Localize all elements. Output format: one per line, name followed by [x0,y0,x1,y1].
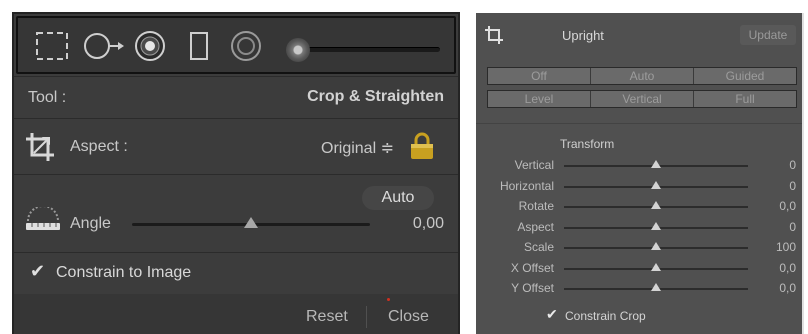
slider-value[interactable]: 0 [789,220,796,234]
footer-divider [366,306,367,328]
slider-label: X Offset [510,261,554,275]
divider [14,174,458,175]
transform-slider-row: Rotate 0,0 [476,197,802,217]
slider-value[interactable]: 0 [789,158,796,172]
radial-filter-icon[interactable] [228,26,264,66]
slider-thumb[interactable] [651,222,661,230]
brush-size-track[interactable] [308,47,440,52]
tool-value: Crop & Straighten [307,88,444,105]
red-eye-icon[interactable] [130,26,170,66]
close-button[interactable]: Close [388,308,429,326]
tool-strip [16,16,456,74]
slider-value[interactable]: 0 [789,179,796,193]
aspect-select[interactable]: Original ≑ [321,138,394,158]
graduated-filter-icon[interactable] [184,26,214,66]
transform-slider-row: Aspect 0 [476,218,802,238]
slider-value[interactable]: 100 [776,240,796,254]
transform-title: Transform [560,137,615,151]
slider-value[interactable]: 0,0 [779,261,796,275]
slider-label: Vertical [514,158,554,172]
angle-label: Angle [70,215,111,232]
slider-value[interactable]: 0,0 [779,199,796,213]
aspect-label: Aspect : [70,138,128,155]
slider-thumb[interactable] [651,160,661,168]
divider [14,118,458,119]
slider-label: Horizontal [499,179,554,193]
slider-thumb[interactable] [651,242,661,250]
crop-icon[interactable] [484,25,504,45]
upright-vertical-button[interactable]: Vertical [591,91,694,107]
upright-level-button[interactable]: Level [488,91,591,107]
constrain-to-image-label[interactable]: Constrain to Image [56,264,191,282]
angle-slider-thumb[interactable] [244,217,258,228]
transform-slider-row: Scale 100 [476,238,802,258]
crop-frame-icon[interactable] [24,131,56,163]
slider-label: Scale [523,240,554,254]
adjustment-brush-icon[interactable] [286,38,310,62]
update-button[interactable]: Update [740,25,796,45]
reset-button[interactable]: Reset [306,308,348,326]
transform-slider-row: X Offset 0,0 [476,259,802,279]
slider-label: Y Offset [511,281,554,295]
crop-overlay-icon[interactable] [32,26,72,66]
constrain-crop-checkbox[interactable]: ✔ [546,306,558,323]
divider [476,123,802,124]
transform-slider-row: Vertical 0 [476,156,802,176]
upright-title: Upright [562,28,604,43]
slider-label: Rotate [518,199,554,213]
upright-transform-panel: Upright Update Off Auto Guided Level Ver… [476,13,804,334]
level-tool-icon[interactable] [24,205,62,239]
transform-slider-row: Y Offset 0,0 [476,279,802,299]
close-indicator-dot [387,298,390,301]
lock-icon[interactable] [409,131,435,161]
auto-straighten-button[interactable]: Auto [362,186,434,210]
crop-tool-panel: Tool : Crop & Straighten Aspect : Origin… [12,12,460,334]
upright-full-button[interactable]: Full [694,91,796,107]
slider-thumb[interactable] [651,201,661,209]
slider-thumb[interactable] [651,181,661,189]
upright-guided-button[interactable]: Guided [694,68,796,84]
divider [14,76,458,77]
slider-label: Aspect [517,220,554,234]
spot-removal-icon[interactable] [80,26,126,66]
constrain-to-image-checkbox[interactable]: ✔ [30,261,45,282]
upright-off-button[interactable]: Off [488,68,591,84]
constrain-crop-label[interactable]: Constrain Crop [565,309,646,323]
angle-value[interactable]: 0,00 [413,215,444,233]
upright-mode-group: Level Vertical Full [487,90,797,108]
slider-thumb[interactable] [651,263,661,271]
slider-thumb[interactable] [651,283,661,291]
divider [14,252,458,253]
tool-label: Tool : [28,89,67,106]
upright-mode-group: Off Auto Guided [487,67,797,85]
transform-slider-row: Horizontal 0 [476,177,802,197]
upright-auto-button[interactable]: Auto [591,68,694,84]
slider-value[interactable]: 0,0 [779,281,796,295]
